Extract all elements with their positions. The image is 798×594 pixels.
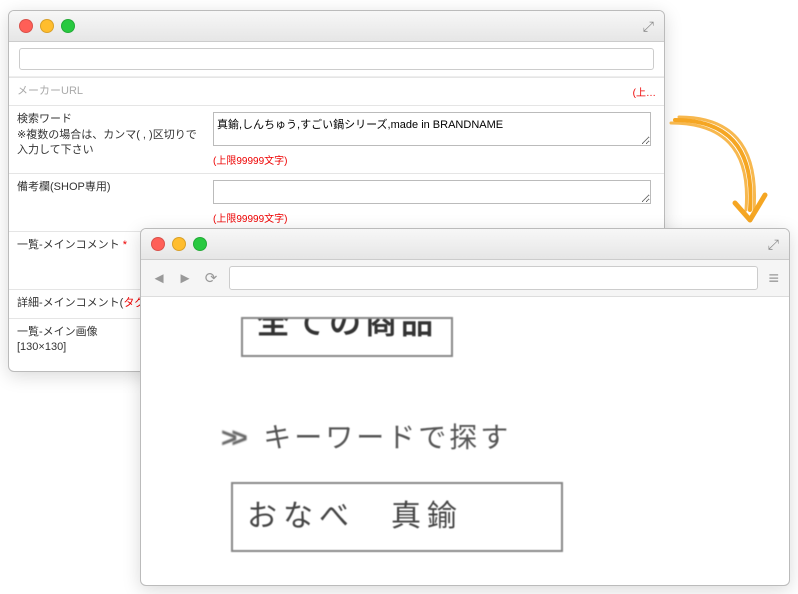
keywords-input[interactable]: 真鍮,しんちゅう,すごい鍋シリーズ,made in BRANDNAME [213,112,651,146]
minimize-icon[interactable] [172,237,186,251]
keyword-heading: >> キーワードで探す [221,413,759,463]
label-list-comment-text: 一覧-メインコメント [17,239,120,251]
label-keywords: 検索ワード ※複数の場合は、カンマ( , )区切りで入力して下さい [9,106,205,174]
chevron-icon: >> [221,422,242,453]
top-category-box[interactable]: 全ての商品 [241,317,453,357]
page-content: 全ての商品 >> キーワードで探す おなべ 真鍮 >> 商品ステータスで絞… [141,297,789,586]
traffic-lights-2 [151,237,207,251]
address-bar: ◄ ► ⟳ ≡ [141,260,789,297]
hint-memo: (上限99999文字) [213,210,656,225]
zoom-icon[interactable] [61,19,75,33]
minimize-icon[interactable] [40,19,54,33]
keyword-heading-text: キーワードで探す [263,422,511,453]
expand-icon[interactable]: ⤢ [643,18,654,35]
traffic-lights [19,19,75,33]
zoom-icon[interactable] [193,237,207,251]
storefront-window: ⤢ ◄ ► ⟳ ≡ 全ての商品 >> キーワードで探す おなべ 真鍮 >> 商品… [140,228,790,586]
menu-icon[interactable]: ≡ [768,268,779,289]
label-memo: 備考欄(SHOP専用) [9,174,205,232]
titlebar: ⤢ [9,11,664,42]
required-mark: * [120,239,127,251]
back-icon[interactable]: ◄ [151,270,167,287]
expand-icon[interactable]: ⤢ [768,236,779,253]
memo-input[interactable] [213,180,651,204]
label-maker-url: メーカーURL [9,78,205,106]
titlebar-2: ⤢ [141,229,789,260]
toolbar [9,42,664,77]
forward-icon[interactable]: ► [177,270,193,287]
arrow-icon [665,115,775,245]
keyword-search-input[interactable]: おなべ 真鍮 [231,482,563,552]
url-input[interactable] [229,266,758,290]
reload-icon[interactable]: ⟳ [203,269,219,287]
hint-keywords: (上限99999文字) [213,152,656,167]
hint-maker-url: (上… [633,88,656,99]
close-icon[interactable] [151,237,165,251]
close-icon[interactable] [19,19,33,33]
address-input[interactable] [19,48,654,70]
